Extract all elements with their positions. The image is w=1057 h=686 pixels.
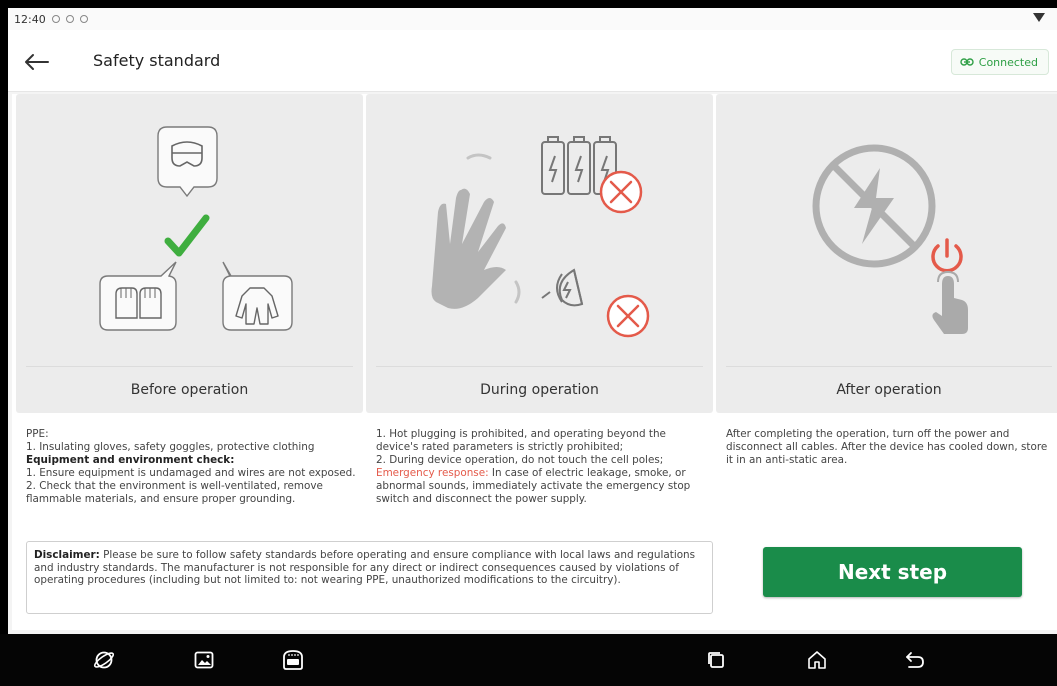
browser-icon: [93, 651, 115, 669]
after-text: After completing the operation, turn off…: [726, 428, 1048, 466]
panel-caption: After operation: [836, 382, 942, 398]
vci-button[interactable]: [279, 646, 307, 674]
panel-divider: [26, 366, 353, 367]
ppe-heading: PPE:: [26, 428, 49, 440]
vci-icon: [283, 650, 303, 670]
device-frame: 12:40 Safety standard Connected Before o…: [0, 0, 1057, 686]
notification-icon: [65, 15, 74, 23]
panel-caption: Before operation: [130, 382, 249, 398]
ppe-item: 1. Insulating gloves, safety goggles, pr…: [26, 441, 315, 453]
ppe-illustration: [99, 126, 293, 331]
emergency-label: Emergency response:: [376, 467, 489, 479]
connection-status-badge[interactable]: Connected: [950, 49, 1049, 75]
no-electricity-icon: [812, 144, 936, 268]
disclaimer-label: Disclaimer:: [34, 549, 100, 561]
wifi-icon: [1033, 13, 1045, 22]
back-button[interactable]: [18, 48, 54, 76]
goggles-icon: [157, 126, 218, 198]
page-title: Safety standard: [93, 51, 221, 70]
after-operation-description: After completing the operation, turn off…: [726, 428, 1056, 467]
hazard-illustration: [431, 136, 650, 338]
after-operation-panel: After operation: [716, 94, 1057, 413]
link-icon: [960, 58, 974, 66]
home-button[interactable]: [803, 646, 831, 674]
panel-divider: [726, 366, 1052, 367]
home-icon: [808, 651, 826, 669]
panel-caption: During operation: [480, 382, 599, 398]
gallery-icon: [194, 651, 214, 669]
status-time: 12:40: [14, 12, 46, 26]
status-bar: 12:40: [8, 8, 1057, 30]
panel-divider: [376, 366, 703, 367]
plug-icon: [541, 268, 584, 307]
during-operation-panel: During operation: [366, 94, 713, 413]
main-content: Before operation During operation After …: [12, 94, 1057, 630]
back-arrow-icon: [25, 54, 49, 70]
before-operation-panel: Before operation: [16, 94, 363, 413]
before-operation-description: PPE: 1. Insulating gloves, safety goggle…: [26, 428, 361, 506]
connection-status-text: Connected: [978, 55, 1038, 69]
gloves-icon: [99, 261, 177, 331]
during-item: 2. During device operation, do not touch…: [376, 454, 664, 466]
disclaimer-box: Disclaimer: Please be sure to follow saf…: [26, 541, 713, 614]
power-off-illustration: [812, 144, 968, 334]
navigation-bar: [0, 634, 1057, 686]
notification-icon: [79, 15, 88, 23]
hand-icon: [431, 188, 506, 309]
during-operation-description: 1. Hot plugging is prohibited, and opera…: [376, 428, 711, 506]
finger-tap-icon: [932, 276, 968, 334]
header: Safety standard Connected: [8, 30, 1057, 92]
screen: 12:40 Safety standard Connected Before o…: [8, 8, 1057, 634]
next-step-button[interactable]: Next step: [763, 547, 1022, 597]
browser-button[interactable]: [90, 646, 118, 674]
during-item: 1. Hot plugging is prohibited, and opera…: [376, 428, 666, 453]
protective-clothing-icon: [222, 261, 293, 331]
gallery-button[interactable]: [190, 646, 218, 674]
check-mark-icon: [164, 214, 210, 257]
notification-icon: [51, 15, 60, 23]
recents-button[interactable]: [702, 646, 730, 674]
check-item: 1. Ensure equipment is undamaged and wir…: [26, 467, 356, 479]
power-button-icon: [931, 238, 963, 273]
back-icon: [906, 652, 924, 668]
system-back-button[interactable]: [901, 646, 929, 674]
disclaimer-text: Please be sure to follow safety standard…: [34, 549, 696, 586]
recents-icon: [708, 652, 724, 668]
check-item: 2. Check that the environment is well-ve…: [26, 480, 323, 505]
check-heading: Equipment and environment check:: [26, 454, 235, 466]
emergency-response: Emergency response: In case of electric …: [376, 467, 711, 506]
